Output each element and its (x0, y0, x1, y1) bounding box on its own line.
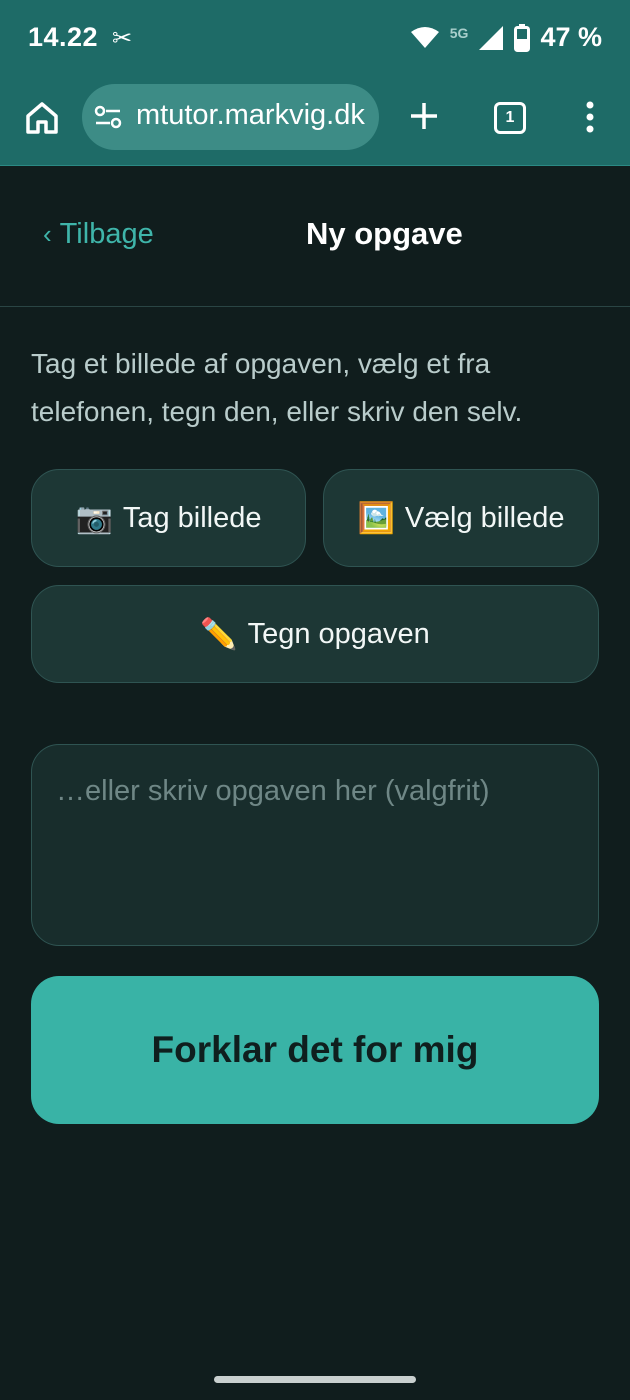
menu-dots-icon[interactable] (580, 100, 600, 134)
choose-image-label: Vælg billede (404, 501, 565, 534)
task-text-input[interactable] (31, 744, 599, 946)
status-time: 14.22 (28, 22, 99, 52)
chevron-left-icon: ‹ (43, 219, 52, 249)
choose-image-button[interactable]: 🖼️ Vælg billede (323, 469, 599, 567)
camera-icon: 📷 (75, 501, 113, 535)
intro-text: Tag et billede af opgaven, vælg et fra t… (31, 348, 523, 427)
status-indicators: 5G 47 % (410, 22, 602, 53)
back-label: Tilbage (59, 218, 154, 250)
wifi-icon (410, 26, 439, 48)
draw-task-label: Tegn opgaven (247, 617, 430, 650)
home-icon[interactable] (22, 98, 62, 138)
back-button[interactable]: ‹ Tilbage (43, 218, 154, 251)
battery-percent: 47 % (540, 22, 602, 52)
take-photo-label: Tag billede (122, 501, 262, 534)
signal-icon (479, 25, 504, 50)
browser-toolbar: mtutor.markvig.dk 1 (0, 80, 630, 166)
page-header: ‹ Tilbage Ny opgave (0, 166, 630, 307)
network-type: 5G (449, 24, 469, 41)
explain-button[interactable]: Forklar det for mig (31, 976, 599, 1124)
pencil-icon: ✏️ (200, 617, 238, 651)
take-photo-button[interactable]: 📷 Tag billede (31, 469, 306, 567)
site-settings-icon[interactable] (94, 104, 122, 130)
plus-icon[interactable] (408, 100, 440, 132)
address-bar[interactable]: mtutor.markvig.dk (82, 84, 379, 150)
battery-icon (514, 23, 531, 52)
url-text: mtutor.markvig.dk (136, 99, 365, 131)
gesture-bar[interactable] (214, 1376, 416, 1383)
draw-task-button[interactable]: ✏️ Tegn opgaven (31, 585, 599, 683)
status-bar: 14.22 ✂ 5G 47 % (0, 0, 630, 80)
scissors-icon: ✂ (112, 25, 133, 52)
tabs-icon[interactable]: 1 (494, 102, 526, 134)
picture-icon: 🖼️ (357, 501, 395, 535)
page-title: Ny opgave (306, 216, 463, 251)
